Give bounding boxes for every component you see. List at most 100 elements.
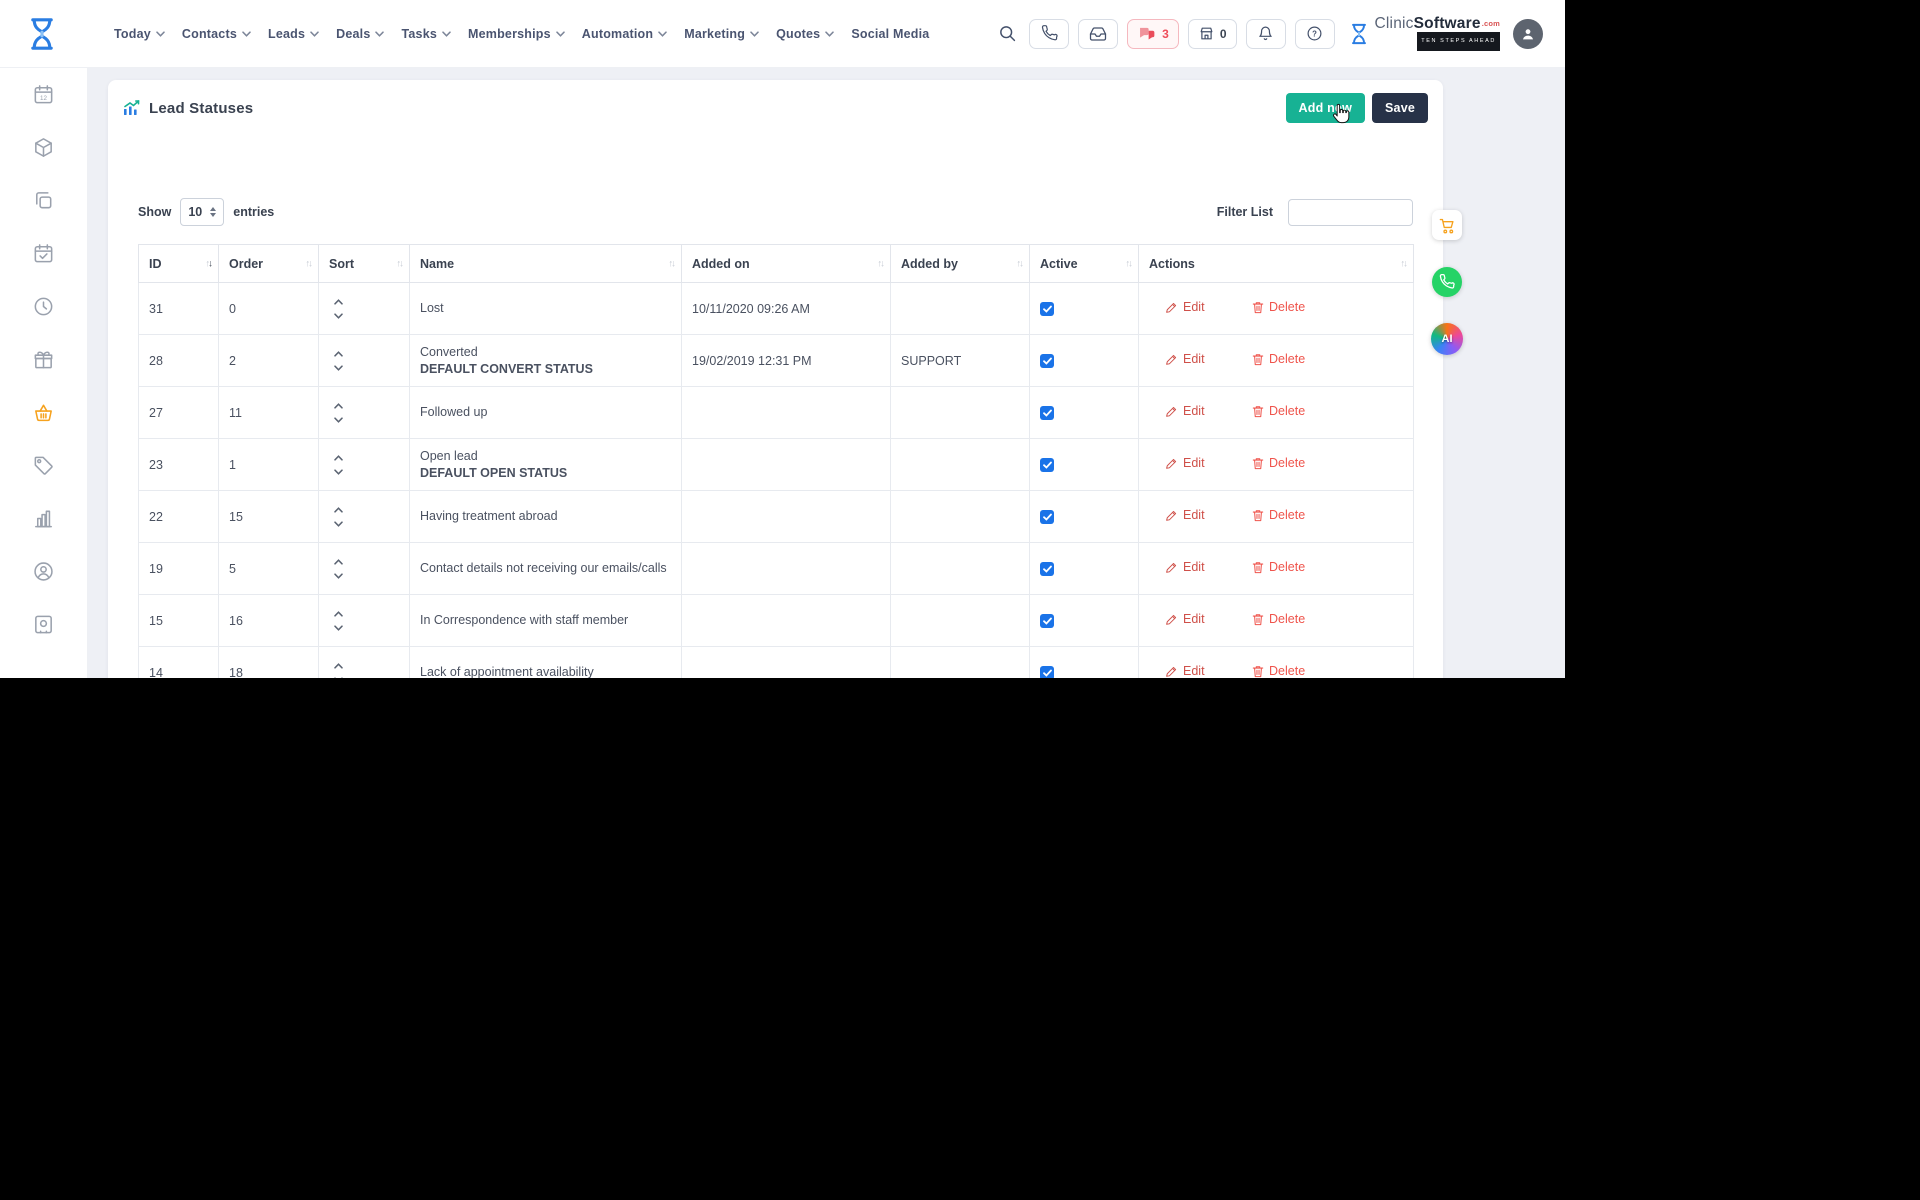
active-checkbox[interactable]: [1040, 510, 1054, 524]
phone-button[interactable]: [1029, 19, 1069, 49]
sort-down-button[interactable]: [334, 313, 343, 319]
menu-item-marketing[interactable]: Marketing: [684, 27, 759, 41]
column-header-sort[interactable]: Sort↑↓: [319, 245, 410, 283]
chevron-up-icon: [334, 663, 343, 669]
search-icon[interactable]: [998, 24, 1017, 43]
shop-button[interactable]: 0: [1188, 19, 1237, 49]
sort-down-button[interactable]: [334, 469, 343, 475]
status-name: Open lead: [420, 448, 671, 465]
floating-whatsapp-button[interactable]: [1432, 267, 1462, 297]
sidebar-item-gift[interactable]: [31, 347, 57, 371]
active-checkbox[interactable]: [1040, 562, 1054, 576]
edit-link[interactable]: Edit: [1165, 664, 1205, 678]
cell-order: 18: [219, 647, 319, 679]
delete-link[interactable]: Delete: [1252, 664, 1305, 678]
cell-actions: Edit Delete: [1139, 387, 1414, 439]
column-header-added-by[interactable]: Added by↑↓: [891, 245, 1030, 283]
filter-list-input[interactable]: [1288, 199, 1413, 226]
column-header-name[interactable]: Name↑↓: [410, 245, 682, 283]
chevron-down-icon: [334, 417, 343, 423]
edit-link[interactable]: Edit: [1165, 612, 1205, 626]
cell-active: [1030, 647, 1139, 679]
active-checkbox[interactable]: [1040, 458, 1054, 472]
delete-link[interactable]: Delete: [1252, 456, 1305, 470]
entries-select[interactable]: 10: [180, 198, 224, 226]
notifications-button[interactable]: [1246, 19, 1286, 49]
sidebar-item-calendar-check[interactable]: [31, 241, 57, 265]
chevron-down-icon: [334, 625, 343, 631]
edit-link[interactable]: Edit: [1165, 404, 1205, 418]
floating-cart-button[interactable]: [1432, 210, 1462, 240]
active-checkbox[interactable]: [1040, 302, 1054, 316]
delete-link[interactable]: Delete: [1252, 300, 1305, 314]
column-header-active[interactable]: Active↑↓: [1030, 245, 1139, 283]
menu-item-contacts[interactable]: Contacts: [182, 27, 251, 41]
edit-link[interactable]: Edit: [1165, 300, 1205, 314]
sort-up-button[interactable]: [334, 299, 343, 305]
sidebar-item-tag[interactable]: [31, 453, 57, 477]
edit-link[interactable]: Edit: [1165, 508, 1205, 522]
sort-up-button[interactable]: [334, 611, 343, 617]
clinicsoftware-logo-icon[interactable]: [22, 11, 62, 57]
inbox-button[interactable]: [1078, 19, 1118, 49]
column-header-added-on[interactable]: Added on↑↓: [682, 245, 891, 283]
sidebar-item-copy[interactable]: [31, 188, 57, 212]
add-new-button[interactable]: Add new: [1286, 93, 1365, 123]
menu-item-tasks[interactable]: Tasks: [401, 27, 451, 41]
menu-item-deals[interactable]: Deals: [336, 27, 384, 41]
sort-up-button[interactable]: [334, 351, 343, 357]
user-avatar[interactable]: [1513, 19, 1543, 49]
active-checkbox[interactable]: [1040, 406, 1054, 420]
column-header-order[interactable]: Order↑↓: [219, 245, 319, 283]
table-controls: Show 10 entries Filter List: [138, 198, 1413, 226]
edit-link[interactable]: Edit: [1165, 352, 1205, 366]
sort-up-button[interactable]: [334, 403, 343, 409]
edit-link[interactable]: Edit: [1165, 560, 1205, 574]
sort-down-button[interactable]: [334, 573, 343, 579]
chevron-up-icon: [334, 403, 343, 409]
cell-active: [1030, 283, 1139, 335]
check-icon: [1043, 669, 1052, 677]
sort-up-button[interactable]: [334, 663, 343, 669]
sort-down-button[interactable]: [334, 521, 343, 527]
column-header-actions[interactable]: Actions↑↓: [1139, 245, 1414, 283]
menu-item-memberships[interactable]: Memberships: [468, 27, 565, 41]
sidebar-item-package[interactable]: [31, 135, 57, 159]
menu-item-leads[interactable]: Leads: [268, 27, 319, 41]
active-checkbox[interactable]: [1040, 614, 1054, 628]
save-button[interactable]: Save: [1372, 93, 1428, 123]
menu-item-social-media[interactable]: Social Media: [851, 27, 929, 41]
active-checkbox[interactable]: [1040, 666, 1054, 679]
delete-link[interactable]: Delete: [1252, 560, 1305, 574]
delete-link[interactable]: Delete: [1252, 352, 1305, 366]
menu-item-today[interactable]: Today: [114, 27, 165, 41]
sort-down-button[interactable]: [334, 417, 343, 423]
sort-up-button[interactable]: [334, 455, 343, 461]
delete-link[interactable]: Delete: [1252, 612, 1305, 626]
clinicsoftware-brand[interactable]: ClinicSoftware.com TEN STEPS AHEAD: [1348, 16, 1500, 51]
delete-link[interactable]: Delete: [1252, 404, 1305, 418]
sidebar-item-basket[interactable]: [31, 400, 57, 424]
menu-item-quotes[interactable]: Quotes: [776, 27, 834, 41]
help-button[interactable]: ?: [1295, 19, 1335, 49]
sidebar-item-history[interactable]: [31, 294, 57, 318]
sidebar-item-calendar[interactable]: 12: [31, 82, 57, 106]
floating-ai-button[interactable]: AI: [1431, 323, 1463, 355]
sort-down-button[interactable]: [334, 365, 343, 371]
menu-item-automation[interactable]: Automation: [582, 27, 667, 41]
topnav-actions: 3 0 ? ClinicSoftware.com TEN STEPS AHEAD: [998, 16, 1543, 51]
sidebar-item-account[interactable]: [31, 559, 57, 583]
column-header-id[interactable]: ID↑↓: [139, 245, 219, 283]
edit-link[interactable]: Edit: [1165, 456, 1205, 470]
chat-button[interactable]: 3: [1127, 19, 1179, 49]
calendar-icon: 12: [32, 83, 55, 106]
sidebar-item-reports[interactable]: [31, 506, 57, 530]
sidebar-item-locker[interactable]: [31, 612, 57, 636]
chevron-down-icon: [334, 313, 343, 319]
sort-down-button[interactable]: [334, 625, 343, 631]
delete-link[interactable]: Delete: [1252, 508, 1305, 522]
sort-up-button[interactable]: [334, 559, 343, 565]
active-checkbox[interactable]: [1040, 354, 1054, 368]
sort-up-button[interactable]: [334, 507, 343, 513]
sort-down-button[interactable]: [334, 677, 343, 679]
